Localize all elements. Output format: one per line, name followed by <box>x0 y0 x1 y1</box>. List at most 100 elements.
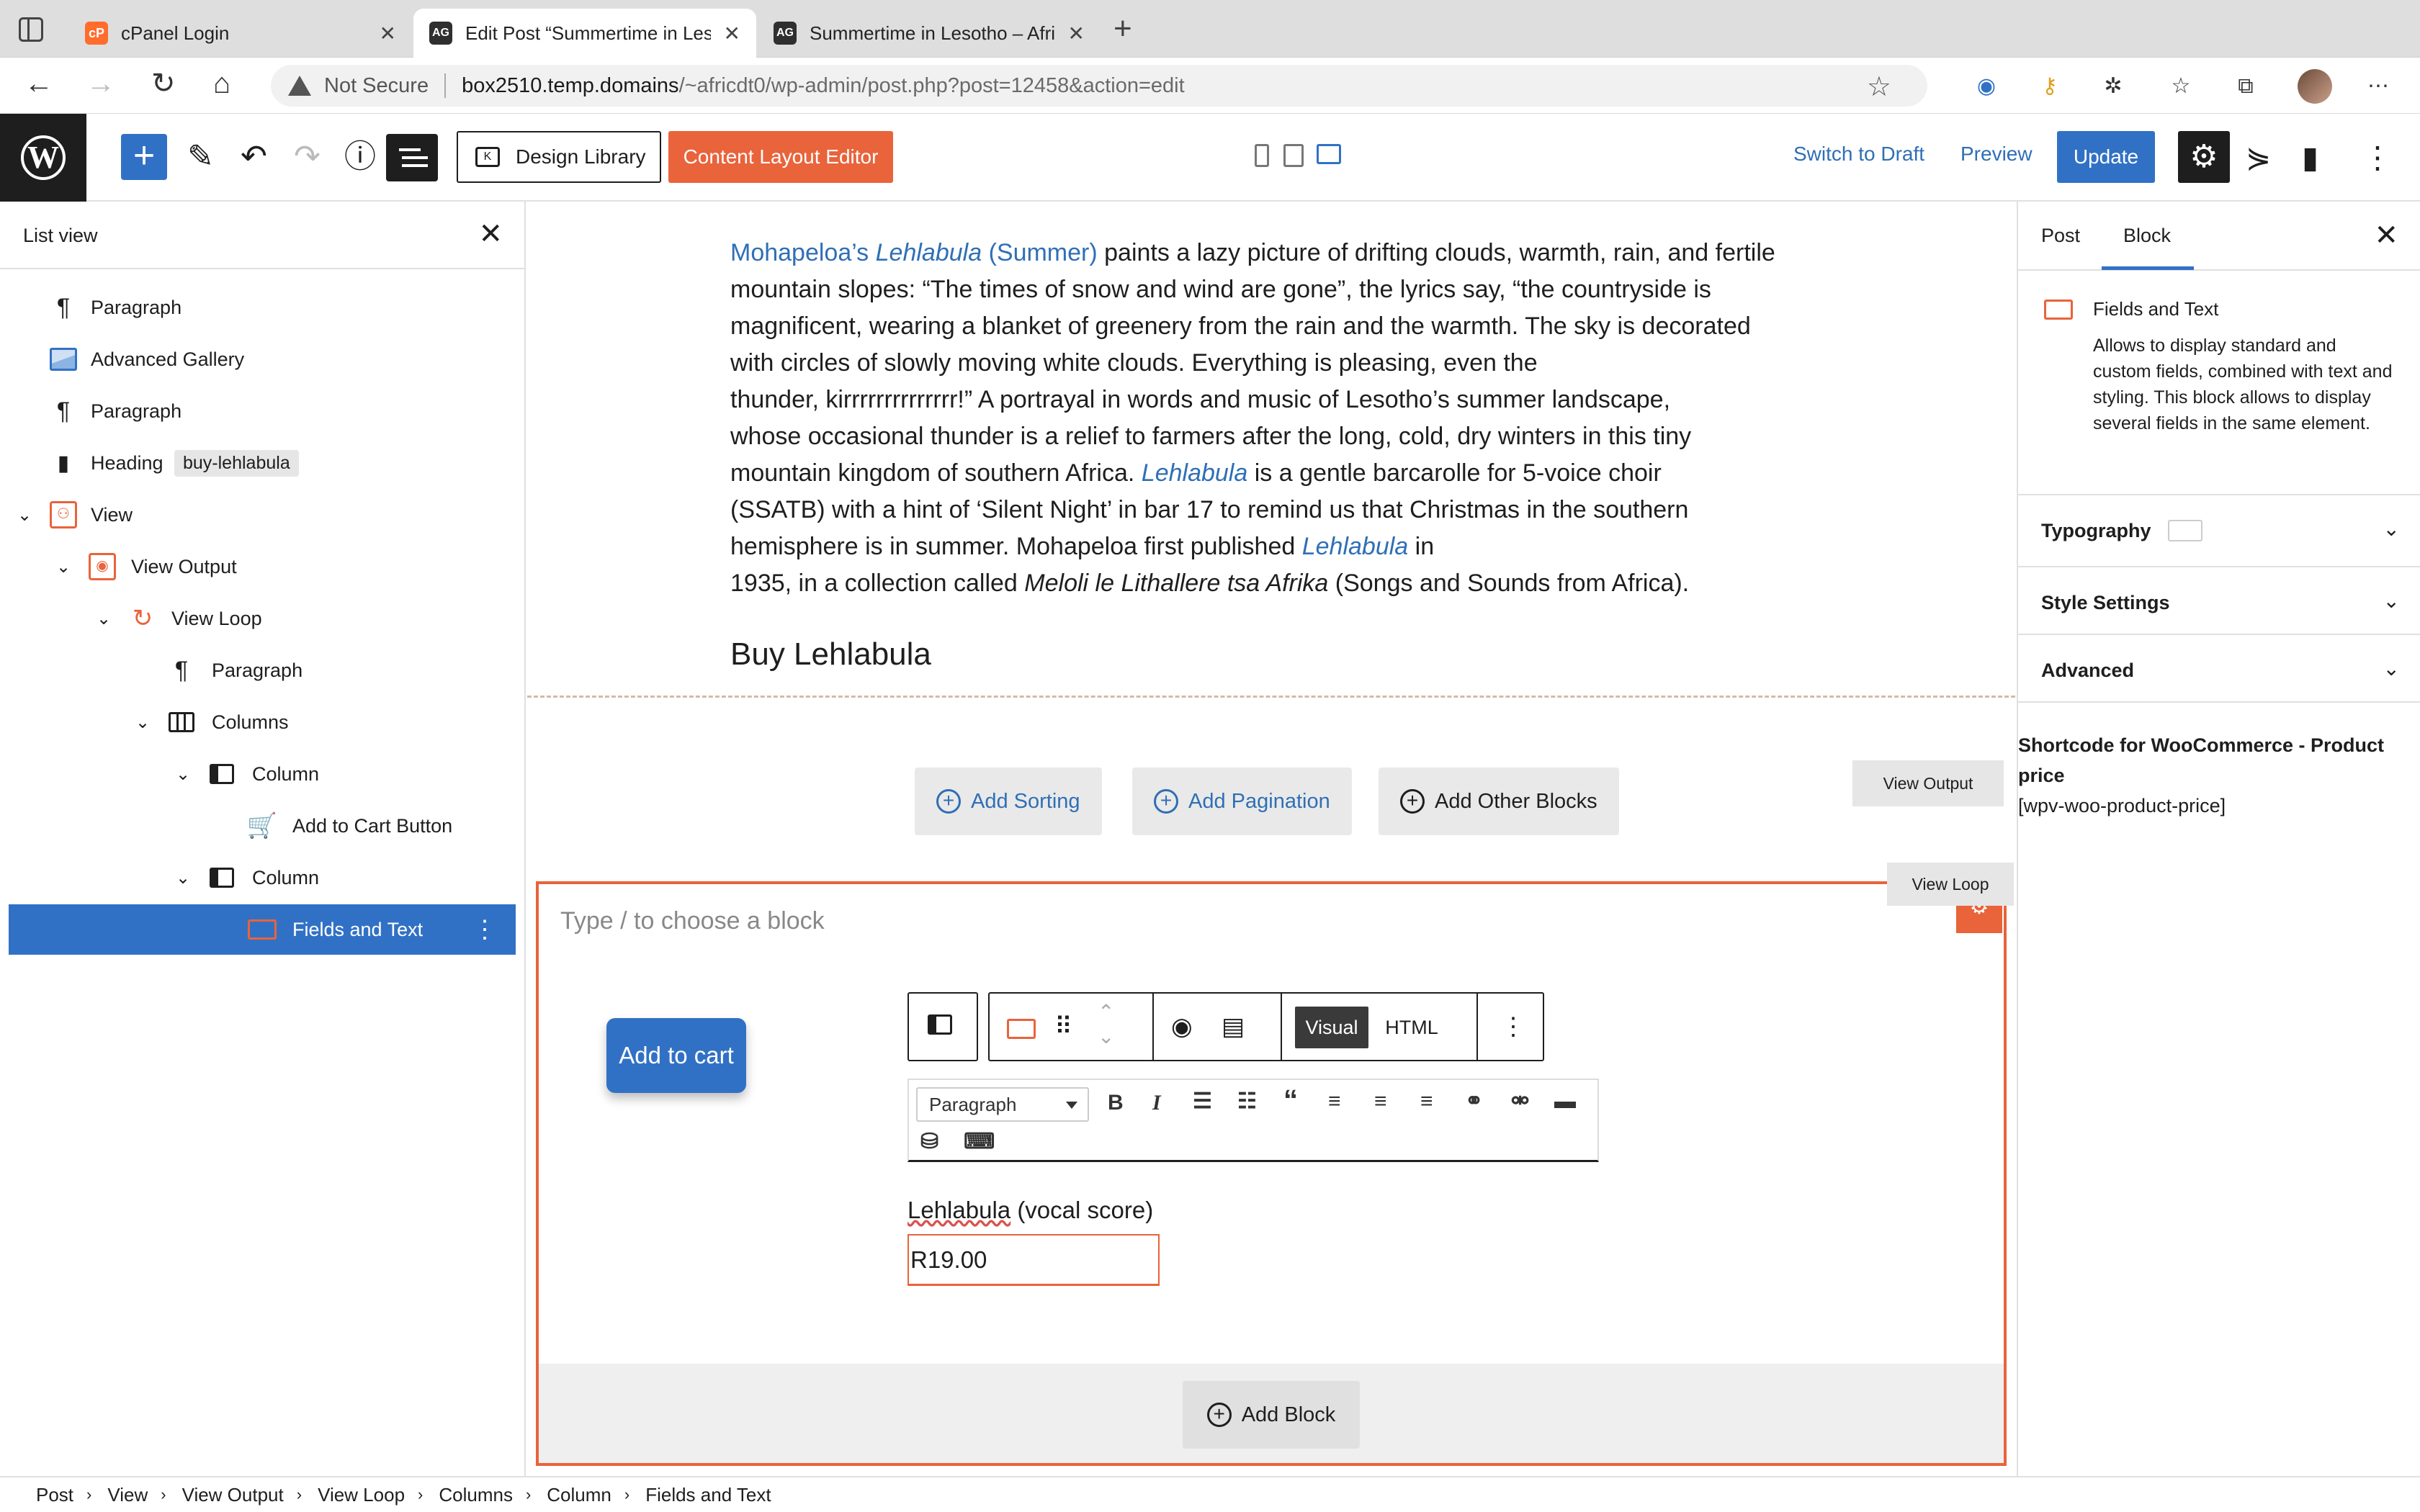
bookmark-star-icon[interactable]: ☆ <box>1867 71 1891 103</box>
breadcrumb-item[interactable]: Post <box>36 1484 73 1506</box>
list-item-fields-and-text[interactable]: Fields and Text ⋮ <box>9 904 516 955</box>
preview-link[interactable]: Preview <box>1960 143 2033 166</box>
list-item-paragraph[interactable]: ¶ Paragraph <box>9 645 516 696</box>
list-item-column[interactable]: ⌄ Column <box>9 852 516 903</box>
toolset-icon[interactable]: ⋟ <box>2246 140 2271 176</box>
clipboard-icon[interactable]: ▮ <box>2302 140 2318 176</box>
fields-text-icon[interactable] <box>1007 1017 1036 1045</box>
more-options-icon[interactable]: ⋯ <box>2364 72 2393 101</box>
panel-typography[interactable]: Typography ⌄ <box>2018 494 2420 566</box>
favorites-icon[interactable]: ☆ <box>2166 72 2195 101</box>
options-kebab-icon[interactable]: ⋮ <box>472 915 497 944</box>
close-icon[interactable]: ✕ <box>2374 219 2398 252</box>
paragraph-block[interactable]: Mohapeloa’s Lehlabula (Summer) paints a … <box>730 235 1811 602</box>
desktop-preview-icon[interactable] <box>1317 144 1341 164</box>
heading-block[interactable]: Buy Lehlabula <box>730 636 931 672</box>
block-placeholder[interactable]: Type / to choose a block <box>560 907 825 935</box>
add-sorting-button[interactable]: + Add Sorting <box>915 768 1102 835</box>
settings-gear-icon[interactable]: ⚙ <box>2178 131 2230 183</box>
list-item-paragraph[interactable]: ¶ Paragraph <box>9 282 516 333</box>
profile-avatar[interactable] <box>2298 69 2332 104</box>
align-center-icon[interactable]: ≡ <box>1374 1089 1387 1115</box>
url-bar[interactable]: Not Secure box2510.temp.domains /~africd… <box>271 65 1927 107</box>
chevron-down-icon[interactable]: ⌄ <box>97 608 111 629</box>
link[interactable]: Lehlabula <box>876 239 982 266</box>
product-price-field[interactable]: R19.00 <box>908 1234 1160 1286</box>
chevron-down-icon[interactable]: ⌄ <box>176 764 190 785</box>
add-block-button[interactable]: + Add Block <box>1183 1381 1360 1449</box>
extensions-icon[interactable]: ✲ <box>2099 72 2128 101</box>
numbered-list-icon[interactable]: ☷ <box>1237 1089 1257 1115</box>
breadcrumb-item[interactable]: View <box>107 1484 148 1506</box>
chevron-down-icon[interactable]: ⌄ <box>176 868 190 888</box>
unlink-icon[interactable]: ⚮ <box>1511 1089 1529 1115</box>
list-item-paragraph[interactable]: ¶ Paragraph <box>9 386 516 436</box>
redo-icon[interactable]: ↷ <box>294 135 321 179</box>
forward-icon[interactable]: → <box>86 69 115 98</box>
tab-block[interactable]: Block <box>2123 225 2171 247</box>
panel-style-settings[interactable]: Style Settings ⌄ <box>2018 566 2420 638</box>
content-layout-editor-button[interactable]: Content Layout Editor <box>668 131 893 183</box>
edit-tools-icon[interactable]: ✎ <box>187 135 214 179</box>
format-select[interactable]: Paragraph <box>916 1087 1089 1122</box>
list-item-view-output[interactable]: ⌄ ◉ View Output <box>9 541 516 592</box>
reload-icon[interactable]: ↻ <box>151 69 176 98</box>
key-extension-icon[interactable]: ⚷ <box>2035 72 2064 101</box>
link[interactable]: Lehlabula <box>1302 533 1408 560</box>
read-more-icon[interactable]: ▬ <box>1554 1089 1576 1115</box>
view-icon[interactable]: ◉ <box>1171 1012 1193 1041</box>
link[interactable]: (Summer) <box>989 239 1098 266</box>
close-icon[interactable]: ✕ <box>380 22 396 45</box>
new-tab-icon[interactable]: + <box>1113 13 1132 45</box>
list-item-heading[interactable]: ▮ Heading buy-lehlabula <box>9 438 516 488</box>
link[interactable]: Mohapeloa’s <box>730 239 869 266</box>
mobile-preview-icon[interactable] <box>1255 144 1269 167</box>
breadcrumb-item[interactable]: View Output <box>182 1484 284 1506</box>
list-view-button[interactable] <box>386 134 438 181</box>
bold-icon[interactable]: B <box>1108 1090 1124 1116</box>
breadcrumb-item[interactable]: Column <box>547 1484 611 1506</box>
browser-tab-edit-post[interactable]: AG Edit Post “Summertime in Lesotho ✕ <box>413 9 756 58</box>
list-item-column[interactable]: ⌄ Column <box>9 749 516 799</box>
list-item-view[interactable]: ⌄ ⚇ View <box>9 490 516 540</box>
html-tab-button[interactable]: HTML <box>1377 1007 1446 1048</box>
update-button[interactable]: Update <box>2057 131 2155 183</box>
breadcrumb-item[interactable]: View Loop <box>318 1484 405 1506</box>
browser-tab-cpanel[interactable]: cP cPanel Login ✕ <box>69 9 412 58</box>
chevron-down-icon[interactable]: ⌄ <box>17 505 32 526</box>
list-item-view-loop[interactable]: ⌄ ↻ View Loop <box>9 593 516 644</box>
bullet-list-icon[interactable]: ☰ <box>1193 1089 1212 1115</box>
options-kebab-icon[interactable]: ⋮ <box>1501 1012 1525 1041</box>
move-down-icon[interactable]: ⌄ <box>1098 1022 1114 1051</box>
tab-sidebar-icon[interactable] <box>19 17 43 42</box>
panel-advanced[interactable]: Advanced ⌄ <box>2018 634 2420 703</box>
tab-post[interactable]: Post <box>2041 225 2080 247</box>
block-inserter-button[interactable]: + <box>121 134 167 180</box>
list-item-add-to-cart-button[interactable]: 🛒 Add to Cart Button <box>9 801 516 851</box>
add-pagination-button[interactable]: + Add Pagination <box>1132 768 1352 835</box>
visual-tab-button[interactable]: Visual <box>1295 1007 1368 1048</box>
link-icon[interactable]: ⚭ <box>1465 1089 1483 1115</box>
details-info-icon[interactable]: ⓘ <box>344 135 376 179</box>
back-icon[interactable]: ← <box>24 69 53 98</box>
browser-tab-summertime[interactable]: AG Summertime in Lesotho – Africa ✕ <box>758 9 1101 58</box>
undo-icon[interactable]: ↶ <box>241 135 267 179</box>
home-icon[interactable]: ⌂ <box>213 69 230 98</box>
close-icon[interactable]: ✕ <box>724 22 740 45</box>
password-manager-icon[interactable]: ◉ <box>1972 72 2001 101</box>
collections-icon[interactable]: ⧉ <box>2231 72 2260 101</box>
add-other-blocks-button[interactable]: + Add Other Blocks <box>1379 768 1619 835</box>
align-right-icon[interactable]: ≡ <box>1420 1089 1433 1115</box>
add-to-cart-button[interactable]: Add to cart <box>606 1018 746 1093</box>
drag-handle-icon[interactable]: ⠿ <box>1054 1012 1072 1041</box>
blockquote-icon[interactable]: “ <box>1283 1086 1298 1115</box>
design-library-button[interactable]: K Design Library <box>457 131 661 183</box>
breadcrumb-item[interactable]: Columns <box>439 1484 513 1506</box>
fields-insert-icon[interactable]: ⛁ <box>920 1129 938 1155</box>
align-left-icon[interactable]: ≡ <box>1328 1089 1341 1115</box>
view-loop-label[interactable]: View Loop <box>1887 863 2014 906</box>
chevron-down-icon[interactable]: ⌄ <box>56 557 71 577</box>
options-kebab-icon[interactable]: ⋮ <box>2362 140 2393 176</box>
wordpress-logo[interactable]: W <box>0 114 86 202</box>
italic-icon[interactable]: I <box>1152 1090 1161 1116</box>
